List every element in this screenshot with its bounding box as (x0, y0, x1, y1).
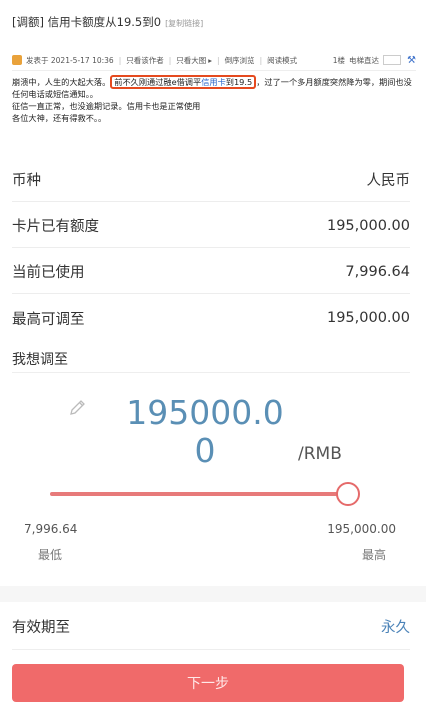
post-body-line2: 征信一直正常，也没逾期记录。信用卡也是正常使用 (12, 101, 201, 111)
copy-link[interactable]: [复制链接] (165, 19, 203, 28)
next-step-button[interactable]: 下一步 (12, 664, 404, 702)
only-big-image-link[interactable]: 只看大图 (176, 55, 206, 66)
caret-right-icon: ▸ (208, 55, 213, 65)
unit-label: /RMB (298, 444, 342, 464)
used-value: 7,996.64 (345, 263, 410, 280)
existing-limit-label: 卡片已有额度 (12, 219, 99, 235)
limit-slider[interactable] (50, 480, 360, 508)
amount-input[interactable]: 195000.0 0 (120, 394, 290, 470)
max-adjust-label: 最高可调至 (12, 311, 85, 328)
expiry-label: 有效期至 (12, 620, 70, 636)
min-value: 7,996.64 (24, 522, 78, 536)
currency-value: 人民币 (366, 173, 411, 189)
min-label: 最低 (38, 548, 63, 562)
expiry-row[interactable]: 有效期至 永久 (12, 604, 410, 650)
post-title: [调额] 信用卡额度从19.5到0 [复制链接] (12, 14, 203, 30)
highlight-box: 前不久刚通过融e借调平信用卡到19.5 (110, 75, 257, 89)
author-badge-icon (12, 55, 22, 65)
jump-label: 电梯直达 (349, 55, 380, 65)
credit-card-link[interactable]: 信用卡 (201, 77, 226, 87)
max-adjust-row: 最高可调至 195,000.00 (12, 296, 410, 340)
pencil-icon[interactable] (68, 398, 88, 418)
post-date: 发表于 2021-5-17 10:36 (26, 55, 114, 65)
post-meta-bar: 发表于 2021-5-17 10:36 | 只看该作者 | 只看大图 ▸ | 倒… (12, 52, 416, 68)
amount-line2: 0 (194, 431, 216, 470)
floor-number: 1楼 (332, 55, 346, 65)
only-author-link[interactable]: 只看该作者 (126, 55, 164, 66)
adjust-title: 我想调至 (12, 345, 410, 373)
max-range-value: 195,000.00 (327, 522, 396, 536)
post-body-line3: 各位大神，还有得救不。。 (12, 113, 107, 123)
used-label: 当前已使用 (12, 265, 85, 281)
max-range-label: 最高 (361, 548, 386, 562)
read-mode-link[interactable]: 阅读模式 (267, 55, 297, 66)
currency-row: 币种 人民币 (12, 158, 410, 202)
section-gap (0, 586, 426, 602)
currency-label: 币种 (12, 173, 41, 189)
post-body: 崩溃中，人生的大起大落。 前不久刚通过融e借调平信用卡到19.5 ，过了一个多月额度… (12, 75, 412, 124)
amount-line1: 195000.0 (126, 393, 284, 432)
jump-floor-input[interactable] (383, 55, 402, 65)
post-body-line1: 崩溃中，人生的大起大落。 前不久刚通过融e借调平信用卡到19.5 ，过了一个多月额度… (12, 75, 412, 99)
watermark-blur (227, 345, 357, 371)
wrench-icon[interactable]: ⚒ (407, 55, 416, 66)
used-row: 当前已使用 7,996.64 (12, 250, 410, 294)
expiry-value[interactable]: 永久 (381, 616, 410, 637)
meta-divider (12, 70, 416, 71)
existing-limit-row: 卡片已有额度 195,000.00 (12, 204, 410, 248)
slider-knob[interactable] (336, 482, 360, 506)
max-adjust-value: 195,000.00 (326, 310, 410, 326)
reverse-browse-link[interactable]: 倒序浏览 (225, 55, 255, 66)
existing-limit-value: 195,000.00 (326, 217, 410, 234)
post-title-text: [调额] 信用卡额度从19.5到0 (12, 15, 162, 29)
slider-track[interactable] (50, 492, 348, 496)
